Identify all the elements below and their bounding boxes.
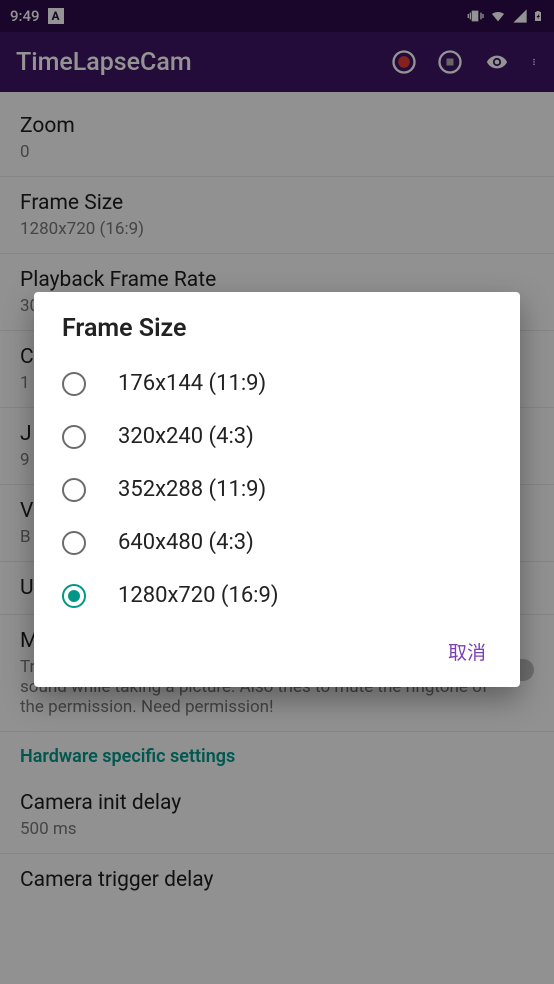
radio-option-0[interactable]: 176x144 (11:9) [34, 357, 520, 410]
radio-label: 640x480 (4:3) [118, 530, 254, 555]
radio-label: 1280x720 (16:9) [118, 583, 279, 608]
radio-icon [62, 372, 86, 396]
radio-icon [62, 584, 86, 608]
radio-icon [62, 531, 86, 555]
radio-option-4[interactable]: 1280x720 (16:9) [34, 569, 520, 622]
frame-size-dialog: Frame Size 176x144 (11:9) 320x240 (4:3) … [34, 292, 520, 687]
radio-option-2[interactable]: 352x288 (11:9) [34, 463, 520, 516]
radio-label: 352x288 (11:9) [118, 477, 266, 502]
radio-label: 176x144 (11:9) [118, 371, 266, 396]
cancel-button[interactable]: 取消 [438, 630, 496, 673]
radio-icon [62, 478, 86, 502]
radio-icon [62, 425, 86, 449]
radio-label: 320x240 (4:3) [118, 424, 254, 449]
radio-option-1[interactable]: 320x240 (4:3) [34, 410, 520, 463]
radio-option-3[interactable]: 640x480 (4:3) [34, 516, 520, 569]
dialog-title: Frame Size [34, 292, 520, 357]
